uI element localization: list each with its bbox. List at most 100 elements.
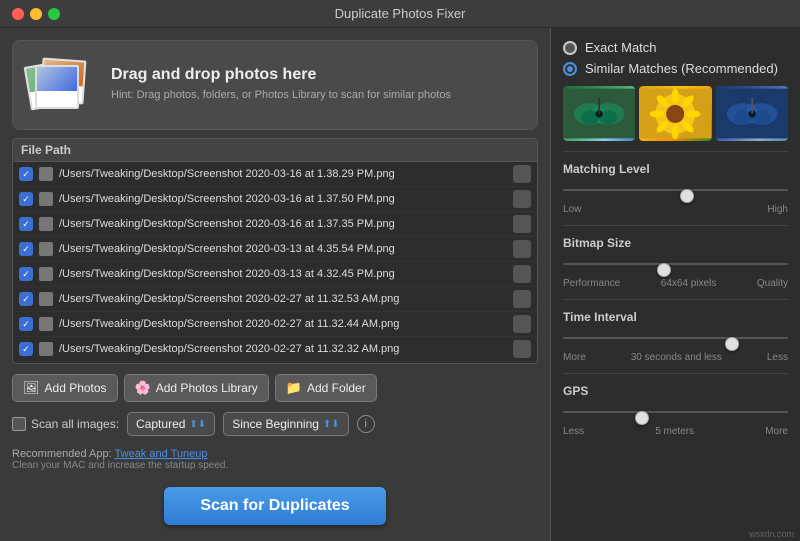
time-interval-track[interactable] bbox=[563, 328, 788, 348]
time-interval-more: More bbox=[563, 352, 586, 363]
drop-zone[interactable]: Drag and drop photos here Hint: Drag pho… bbox=[12, 40, 538, 130]
gps-less: Less bbox=[563, 426, 584, 437]
maximize-button[interactable] bbox=[48, 8, 60, 20]
table-row[interactable]: /Users/Tweaking/Desktop/Screenshot 2020-… bbox=[13, 287, 537, 312]
gps-line bbox=[563, 411, 788, 413]
match-options: Exact Match Similar Matches (Recommended… bbox=[563, 40, 788, 76]
exact-match-label: Exact Match bbox=[585, 40, 657, 55]
add-photos-library-label: Add Photos Library bbox=[156, 381, 258, 395]
add-folder-button[interactable]: 📁 Add Folder bbox=[275, 374, 377, 402]
matching-level-track[interactable] bbox=[563, 180, 788, 200]
file-checkbox[interactable] bbox=[19, 167, 33, 181]
file-name: /Users/Tweaking/Desktop/Screenshot 2020-… bbox=[59, 343, 399, 355]
scroll-handle[interactable] bbox=[513, 340, 531, 358]
table-row[interactable]: /Users/Tweaking/Desktop/Screenshot 2020-… bbox=[13, 262, 537, 287]
since-beginning-dropdown[interactable]: Since Beginning ⬆⬇ bbox=[223, 412, 349, 436]
bitmap-size-label: Bitmap Size bbox=[563, 236, 788, 250]
table-row[interactable]: /Users/Tweaking/Desktop/Screenshot 2020-… bbox=[13, 362, 537, 363]
captured-dropdown[interactable]: Captured ⬆⬇ bbox=[127, 412, 215, 436]
divider-3 bbox=[563, 299, 788, 300]
watermark: wsxdn.com bbox=[749, 529, 794, 539]
footer-subtext: Clean your MAC and increase the startup … bbox=[12, 460, 538, 471]
table-row[interactable]: /Users/Tweaking/Desktop/Screenshot 2020-… bbox=[13, 337, 537, 362]
add-folder-icon: 📁 bbox=[286, 380, 302, 396]
file-name: /Users/Tweaking/Desktop/Screenshot 2020-… bbox=[59, 218, 395, 230]
sample-image-2 bbox=[639, 86, 711, 141]
right-panel: Exact Match Similar Matches (Recommended… bbox=[550, 28, 800, 541]
bitmap-size-quality: Quality bbox=[757, 278, 788, 289]
scan-btn-area: Scan for Duplicates bbox=[12, 479, 538, 529]
time-interval-thumb[interactable] bbox=[725, 337, 739, 351]
bitmap-size-center: 64x64 pixels bbox=[661, 278, 717, 289]
file-checkbox[interactable] bbox=[19, 217, 33, 231]
file-icon bbox=[39, 217, 53, 231]
file-path-column-label: File Path bbox=[21, 143, 71, 157]
app-link[interactable]: Tweak and Tuneup bbox=[115, 448, 208, 460]
scan-for-duplicates-button[interactable]: Scan for Duplicates bbox=[164, 487, 385, 525]
matching-level-low: Low bbox=[563, 204, 581, 215]
file-checkbox[interactable] bbox=[19, 192, 33, 206]
file-icon bbox=[39, 192, 53, 206]
add-photos-library-button[interactable]: 🌸 Add Photos Library bbox=[124, 374, 269, 402]
scan-all-images-checkbox[interactable] bbox=[12, 417, 26, 431]
file-checkbox[interactable] bbox=[19, 317, 33, 331]
file-icon bbox=[39, 167, 53, 181]
file-name: /Users/Tweaking/Desktop/Screenshot 2020-… bbox=[59, 268, 395, 280]
file-checkbox[interactable] bbox=[19, 267, 33, 281]
scroll-handle[interactable] bbox=[513, 265, 531, 283]
file-checkbox[interactable] bbox=[19, 292, 33, 306]
scroll-handle[interactable] bbox=[513, 315, 531, 333]
matching-level-line bbox=[563, 189, 788, 191]
divider-2 bbox=[563, 225, 788, 226]
photo-card-3 bbox=[35, 65, 79, 109]
similar-match-option[interactable]: Similar Matches (Recommended) bbox=[563, 61, 788, 76]
file-name: /Users/Tweaking/Desktop/Screenshot 2020-… bbox=[59, 293, 399, 305]
file-icon bbox=[39, 267, 53, 281]
gps-label: GPS bbox=[563, 384, 788, 398]
table-row[interactable]: /Users/Tweaking/Desktop/Screenshot 2020-… bbox=[13, 187, 537, 212]
file-checkbox[interactable] bbox=[19, 342, 33, 356]
matching-level-thumb[interactable] bbox=[680, 189, 694, 203]
bitmap-size-track[interactable] bbox=[563, 254, 788, 274]
exact-match-radio[interactable] bbox=[563, 41, 577, 55]
table-row[interactable]: /Users/Tweaking/Desktop/Screenshot 2020-… bbox=[13, 212, 537, 237]
file-icon bbox=[39, 317, 53, 331]
info-button[interactable]: i bbox=[357, 415, 375, 433]
since-beginning-label: Since Beginning bbox=[232, 417, 319, 431]
similar-match-label: Similar Matches (Recommended) bbox=[585, 61, 778, 76]
scan-all-images-label[interactable]: Scan all images: bbox=[12, 417, 119, 431]
scroll-handle[interactable] bbox=[513, 290, 531, 308]
scan-all-images-text: Scan all images: bbox=[31, 417, 119, 431]
sample-image-1 bbox=[563, 86, 635, 141]
titlebar-buttons bbox=[12, 8, 60, 20]
divider-4 bbox=[563, 373, 788, 374]
bitmap-size-thumb[interactable] bbox=[657, 263, 671, 277]
table-row[interactable]: /Users/Tweaking/Desktop/Screenshot 2020-… bbox=[13, 312, 537, 337]
since-beginning-arrow: ⬆⬇ bbox=[323, 419, 340, 430]
scroll-handle[interactable] bbox=[513, 215, 531, 233]
gps-more: More bbox=[765, 426, 788, 437]
scroll-handle[interactable] bbox=[513, 165, 531, 183]
file-name: /Users/Tweaking/Desktop/Screenshot 2020-… bbox=[59, 318, 399, 330]
exact-match-option[interactable]: Exact Match bbox=[563, 40, 788, 55]
table-row[interactable]: /Users/Tweaking/Desktop/Screenshot 2020-… bbox=[13, 237, 537, 262]
scroll-handle[interactable] bbox=[513, 190, 531, 208]
matching-level-labels: Low High bbox=[563, 204, 788, 215]
scroll-handle[interactable] bbox=[513, 240, 531, 258]
file-list-scroll[interactable]: /Users/Tweaking/Desktop/Screenshot 2020-… bbox=[13, 162, 537, 363]
gps-thumb[interactable] bbox=[635, 411, 649, 425]
table-row[interactable]: /Users/Tweaking/Desktop/Screenshot 2020-… bbox=[13, 162, 537, 187]
file-checkbox[interactable] bbox=[19, 242, 33, 256]
minimize-button[interactable] bbox=[30, 8, 42, 20]
file-list-container: File Path /Users/Tweaking/Desktop/Screen… bbox=[12, 138, 538, 364]
similar-match-radio[interactable] bbox=[563, 62, 577, 76]
recommended-text: Recommended App: bbox=[12, 448, 112, 460]
time-interval-labels: More 30 seconds and less Less bbox=[563, 352, 788, 363]
gps-track[interactable] bbox=[563, 402, 788, 422]
add-photos-button[interactable]: 🖼 Add Photos bbox=[12, 374, 118, 402]
footer: Recommended App: Tweak and Tuneup Clean … bbox=[12, 444, 538, 471]
close-button[interactable] bbox=[12, 8, 24, 20]
divider-1 bbox=[563, 151, 788, 152]
bitmap-size-labels: Performance 64x64 pixels Quality bbox=[563, 278, 788, 289]
gps-labels: Less 5 meters More bbox=[563, 426, 788, 437]
